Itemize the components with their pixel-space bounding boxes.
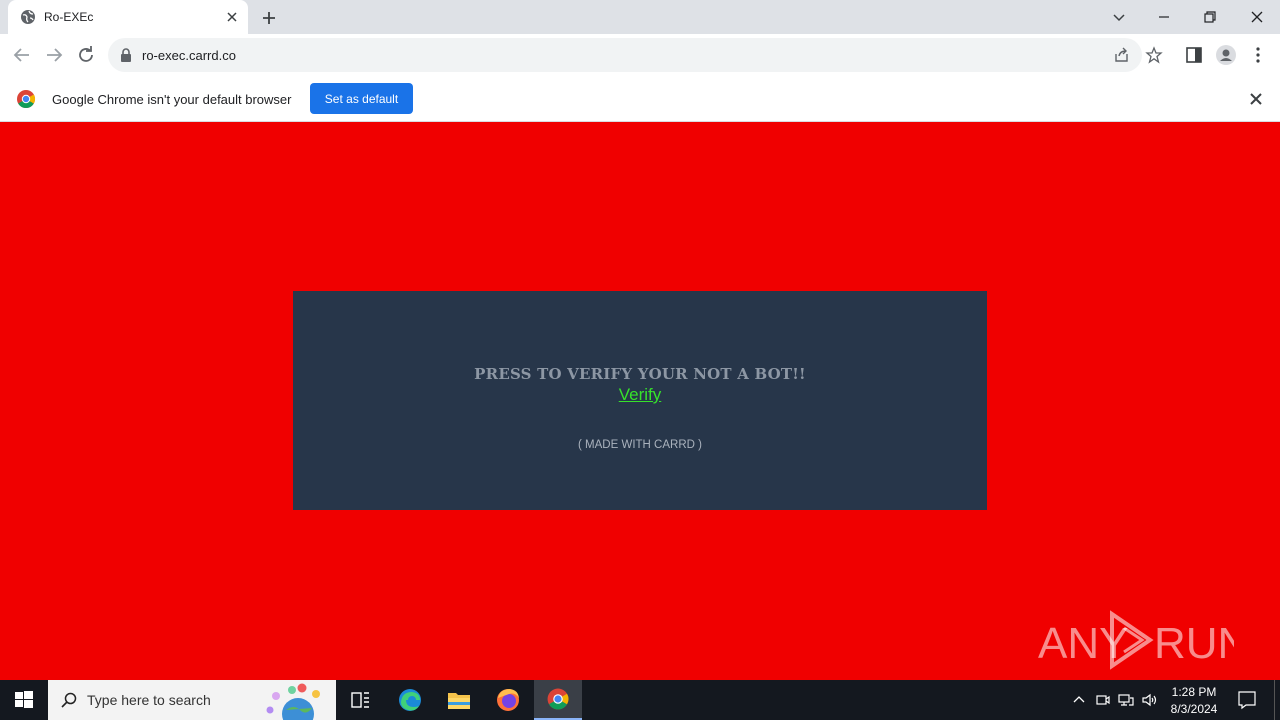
verify-headline: PRESS TO VERIFY YOUR NOT A BOT!!: [474, 365, 806, 383]
forward-arrow-icon[interactable]: [42, 43, 66, 67]
globe-icon: [21, 10, 35, 24]
search-highlight-globe-icon: [266, 683, 320, 720]
clock-time: 1:28 PM: [1171, 685, 1217, 699]
bookmark-star-icon[interactable]: [1145, 46, 1163, 64]
minimize-icon[interactable]: [1151, 4, 1177, 30]
close-tab-icon[interactable]: [224, 9, 240, 25]
default-browser-infobar: Google Chrome isn't your default browser…: [0, 76, 1280, 122]
taskbar-clock[interactable]: 1:28 PM 8/3/2024: [1163, 684, 1225, 718]
svg-text:RUN: RUN: [1154, 619, 1234, 668]
reload-icon[interactable]: [74, 43, 98, 67]
url-text[interactable]: ro-exec.carrd.co: [142, 48, 236, 63]
network-icon[interactable]: [1117, 691, 1135, 709]
clock-date: 8/3/2024: [1170, 702, 1218, 716]
windows-start-icon[interactable]: [0, 680, 48, 720]
edge-icon[interactable]: [386, 680, 434, 720]
firefox-icon[interactable]: [484, 680, 532, 720]
taskbar-search-box[interactable]: Type here to search: [48, 680, 336, 720]
search-placeholder: Type here to search: [87, 692, 211, 708]
page-content: PRESS TO VERIFY YOUR NOT A BOT!! Verify …: [0, 122, 1280, 680]
file-explorer-icon[interactable]: [435, 680, 483, 720]
verify-link[interactable]: Verify: [293, 385, 987, 405]
chevron-up-icon[interactable]: [1070, 691, 1088, 709]
menu-kebab-icon[interactable]: [1246, 43, 1270, 67]
volume-icon[interactable]: [1141, 691, 1159, 709]
set-as-default-button[interactable]: Set as default: [310, 83, 413, 114]
made-with-carrd-text: ( MADE WITH CARRD ): [578, 439, 702, 451]
restore-icon[interactable]: [1197, 4, 1223, 30]
svg-text:ANY: ANY: [1038, 619, 1128, 668]
search-icon: [61, 692, 77, 708]
chrome-icon[interactable]: [534, 680, 582, 720]
profile-avatar-icon[interactable]: [1214, 43, 1238, 67]
browser-tab[interactable]: Ro-EXEc: [8, 0, 248, 34]
tab-title: Ro-EXEc: [44, 10, 94, 24]
meet-now-icon[interactable]: [1094, 691, 1112, 709]
tab-search-chevron-icon[interactable]: [1106, 4, 1132, 30]
new-tab-icon[interactable]: [258, 7, 280, 29]
side-panel-icon[interactable]: [1182, 43, 1206, 67]
show-desktop-button[interactable]: [1274, 680, 1280, 720]
address-bar[interactable]: ro-exec.carrd.co: [108, 38, 1163, 72]
share-icon[interactable]: [1113, 46, 1131, 64]
windows-taskbar: Type here to search 1:28 PM 8/3/2024: [0, 680, 1280, 720]
back-arrow-icon[interactable]: [10, 43, 34, 67]
notification-icon[interactable]: [1236, 690, 1258, 710]
chrome-logo-icon: [17, 90, 36, 108]
lock-icon[interactable]: [120, 48, 132, 62]
verify-card: PRESS TO VERIFY YOUR NOT A BOT!! Verify …: [293, 291, 987, 510]
browser-toolbar: ro-exec.carrd.co: [0, 34, 1280, 76]
close-window-icon[interactable]: [1244, 4, 1270, 30]
task-view-icon[interactable]: [336, 680, 384, 720]
anyrun-watermark-logo: ANY RUN: [1038, 610, 1234, 670]
close-infobar-icon[interactable]: [1248, 91, 1264, 107]
tab-strip: Ro-EXEc: [0, 0, 1280, 34]
infobar-message: Google Chrome isn't your default browser: [52, 92, 292, 107]
